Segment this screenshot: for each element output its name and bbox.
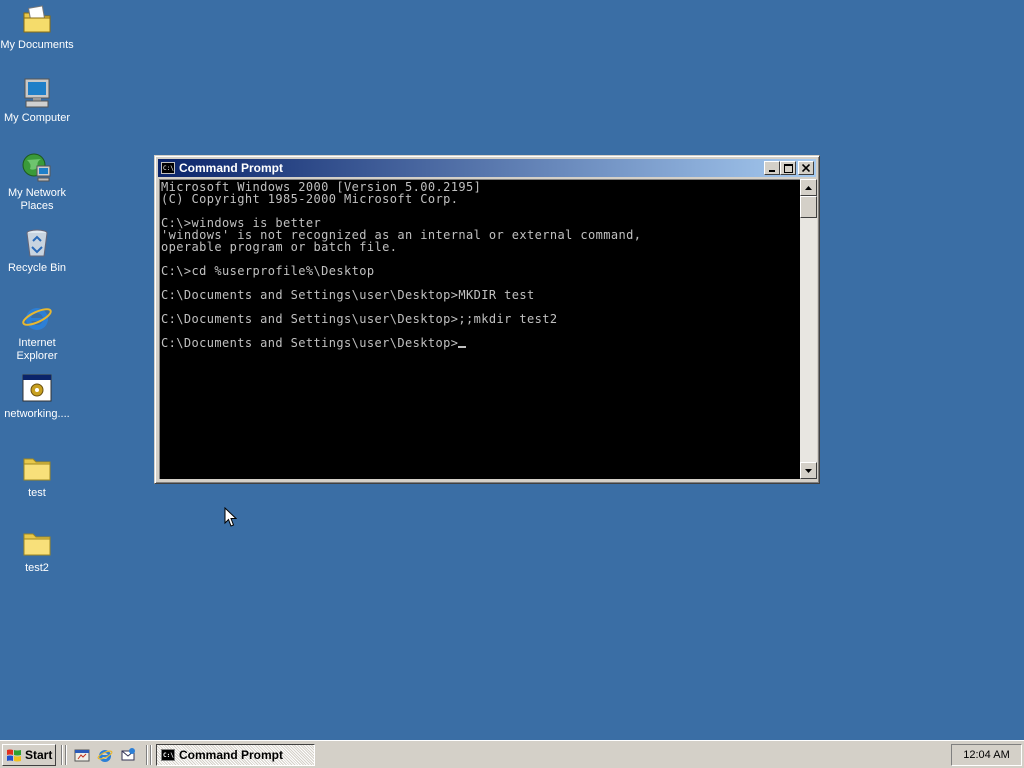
- internet-explorer-quicklaunch-icon[interactable]: [97, 747, 113, 763]
- desktop-icon-internet-explorer[interactable]: Internet Explorer: [0, 302, 74, 363]
- program-file-icon: [21, 373, 53, 405]
- clock[interactable]: 12:04 AM: [963, 749, 1009, 761]
- desktop-icon-label: test2: [25, 562, 49, 574]
- folder-icon: [21, 452, 53, 484]
- desktop-icon-label: My Network: [7, 187, 67, 199]
- internet-explorer-icon: [21, 302, 53, 334]
- svg-text:C:\: C:\: [163, 165, 174, 172]
- console-line: (C) Copyright 1985-2000 Microsoft Corp.: [161, 192, 459, 206]
- desktop-icon-label: Recycle Bin: [7, 262, 67, 274]
- maximize-icon: [783, 163, 793, 173]
- desktop-icon-label: My Computer: [3, 112, 71, 124]
- desktop-icon-recycle-bin[interactable]: Recycle Bin: [0, 227, 74, 275]
- desktop-icon-my-computer[interactable]: My Computer: [0, 77, 74, 125]
- mouse-pointer-icon: [224, 507, 237, 527]
- windows-logo-icon: [7, 749, 21, 762]
- minimize-button[interactable]: [764, 161, 780, 175]
- close-icon: [802, 164, 810, 172]
- console-text: Microsoft Windows 2000 [Version 5.00.219…: [160, 180, 800, 349]
- system-tray: 12:04 AM: [951, 744, 1022, 766]
- desktop-icon-label: Internet: [18, 337, 56, 349]
- desktop-icon-label: My Documents: [0, 39, 74, 51]
- scroll-down-button[interactable]: [800, 462, 817, 479]
- console-prompt-line: C:\Documents and Settings\user\Desktop>: [161, 336, 459, 350]
- taskbar-button-command-prompt[interactable]: C:\ Command Prompt: [156, 744, 315, 766]
- taskbar-separator: [146, 745, 148, 765]
- taskbar-separator: [150, 745, 152, 765]
- taskbar-separator: [65, 745, 67, 765]
- console-line: C:\Documents and Settings\user\Desktop>;…: [161, 312, 558, 326]
- minimize-icon: [769, 170, 775, 172]
- scroll-up-button[interactable]: [800, 179, 817, 196]
- start-label: Start: [25, 748, 53, 762]
- desktop-icon-label: networking....: [4, 408, 70, 420]
- recycle-bin-icon: [21, 227, 53, 259]
- desktop-icon-label-line2: Explorer: [16, 350, 58, 362]
- scroll-thumb[interactable]: [800, 196, 817, 218]
- network-places-icon: [21, 152, 53, 184]
- console-line: C:\Documents and Settings\user\Desktop>M…: [161, 288, 535, 302]
- svg-text:C:\: C:\: [163, 752, 174, 759]
- command-prompt-icon: C:\: [161, 162, 175, 174]
- console-output-area[interactable]: Microsoft Windows 2000 [Version 5.00.219…: [159, 179, 800, 479]
- outlook-express-icon[interactable]: [120, 747, 136, 763]
- maximize-button[interactable]: [780, 161, 796, 175]
- desktop-icon-label-line2: Places: [20, 200, 54, 212]
- taskbar: Start C:\ Command Prompt 12:04 AM: [0, 740, 1024, 768]
- vertical-scrollbar[interactable]: [800, 179, 817, 479]
- taskbar-separator: [61, 745, 63, 765]
- taskbar-button-label: Command Prompt: [179, 748, 284, 762]
- text-cursor: [458, 346, 467, 348]
- show-desktop-icon[interactable]: [74, 747, 90, 763]
- folder-icon: [21, 527, 53, 559]
- console-line: operable program or batch file.: [161, 240, 398, 254]
- window-title: Command Prompt: [179, 161, 284, 175]
- desktop-icon-folder-test[interactable]: test: [0, 452, 74, 500]
- desktop-icon-my-documents[interactable]: My Documents: [0, 4, 74, 52]
- arrow-down-icon: [805, 468, 812, 473]
- my-documents-icon: [21, 4, 53, 36]
- start-button[interactable]: Start: [2, 744, 56, 766]
- desktop-icon-label: test: [28, 487, 46, 499]
- console-line: C:\>cd %userprofile%\Desktop: [161, 264, 375, 278]
- close-button[interactable]: [798, 161, 814, 175]
- my-computer-icon: [21, 77, 53, 109]
- desktop-icon-my-network-places[interactable]: My Network Places: [0, 152, 74, 213]
- desktop-icon-networking[interactable]: networking....: [0, 373, 74, 421]
- title-bar[interactable]: C:\ Command Prompt: [158, 159, 816, 177]
- desktop-icon-folder-test2[interactable]: test2: [0, 527, 74, 575]
- command-prompt-icon: C:\: [161, 749, 175, 761]
- arrow-up-icon: [805, 185, 812, 190]
- command-prompt-window[interactable]: C:\ Command Prompt Microsoft Windows 200…: [154, 155, 820, 484]
